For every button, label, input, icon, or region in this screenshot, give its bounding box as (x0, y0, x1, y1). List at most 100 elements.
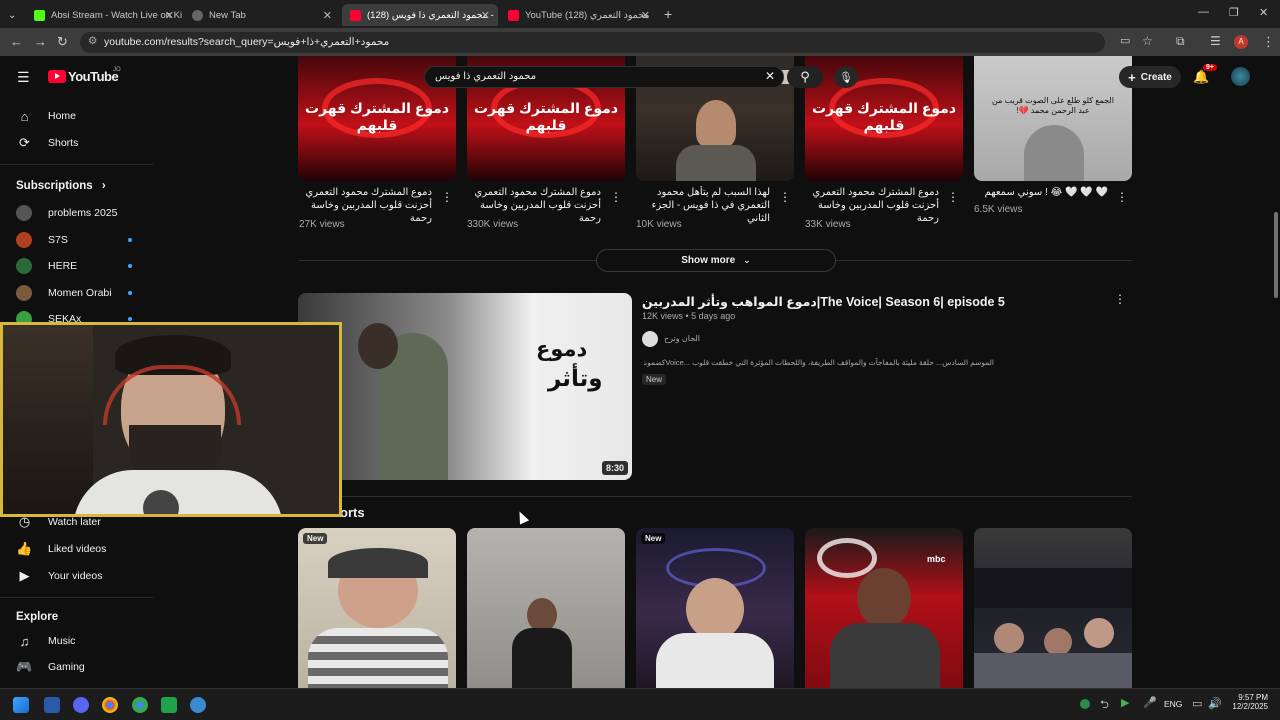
play-icon[interactable]: ▶ (1121, 696, 1129, 709)
person-head (696, 100, 736, 148)
channel-name: HERE (48, 260, 78, 272)
more-options-icon[interactable]: ⋮ (779, 190, 791, 204)
person-hair (328, 548, 428, 578)
address-bar[interactable]: ⚙ youtube.com/results?search_query=محمود… (80, 32, 1105, 53)
browser-icon[interactable] (190, 697, 206, 713)
site-info-icon[interactable]: ⚙ (88, 35, 97, 47)
channel-avatar[interactable] (642, 331, 658, 347)
search-input[interactable]: محمود التعمري ذا فويس ✕ (424, 66, 784, 88)
featured-video-title[interactable]: دموع المواهب وتأثر المدربين|The Voice| S… (642, 294, 1005, 309)
new-tab-button[interactable]: + (664, 6, 672, 22)
sidebar-item-your-videos[interactable]: ▶ Your videos (0, 564, 160, 588)
close-icon[interactable]: ✕ (323, 9, 332, 22)
more-options-icon[interactable]: ⋮ (1114, 292, 1126, 306)
tab-youtube-search[interactable]: محمود التعمري ذا فويس (128) - ✕ (342, 4, 498, 26)
extensions-icon[interactable]: ⧉ (1176, 34, 1185, 49)
shorts-section-title: orts (340, 505, 365, 520)
reload-icon[interactable]: ↻ (57, 34, 68, 50)
channel-avatar (16, 232, 32, 248)
short-thumbnail[interactable]: New (298, 528, 456, 688)
tab-youtube-channel[interactable]: YouTube محمود التعمري (128) ✕ (500, 4, 658, 26)
mic-tray-icon[interactable]: 🎤 (1143, 696, 1157, 709)
subscriptions-header[interactable]: Subscriptions › (16, 180, 106, 192)
mbc-logo: mbc (927, 554, 946, 564)
featured-video-thumbnail[interactable]: دموع وتأثر 8:30 (298, 293, 632, 480)
search-icon[interactable]: ⚲ (787, 66, 823, 88)
clock[interactable]: 9:57 PM 12/2/2025 (1228, 693, 1268, 711)
short-thumbnail[interactable] (974, 528, 1132, 688)
sidebar-item-label: Liked videos (48, 543, 107, 555)
sidebar-item-liked-videos[interactable]: 👍 Liked videos (0, 537, 160, 561)
close-icon[interactable]: ✕ (481, 9, 490, 22)
more-options-icon[interactable]: ⋮ (1116, 190, 1128, 204)
thumbs-up-icon: 👍 (16, 541, 33, 556)
microphone-icon[interactable]: 🎙 (834, 66, 858, 88)
network-icon[interactable]: ▭ (1192, 697, 1202, 710)
live-dot-icon (128, 238, 132, 242)
time-text: 9:57 PM (1238, 693, 1268, 702)
bookmark-star-icon[interactable]: ☆ (1142, 34, 1153, 48)
chrome-icon[interactable] (102, 697, 118, 713)
channel-name: S7S (48, 234, 68, 246)
sidebar-sub-item[interactable]: S7S (0, 228, 160, 252)
short-thumbnail[interactable]: New (636, 528, 794, 688)
sidebar-sub-item[interactable]: HERE (0, 254, 160, 278)
channel-name[interactable]: الحان وترح (664, 334, 700, 343)
discord-icon[interactable] (73, 697, 89, 713)
short-thumbnail[interactable] (467, 528, 625, 688)
volume-icon[interactable]: 🔊 (1208, 697, 1222, 710)
language-indicator[interactable]: ENG (1164, 699, 1182, 709)
notification-count-badge: 9+ (1203, 64, 1217, 71)
show-more-button[interactable]: Show more ⌄ (596, 249, 836, 272)
video-views: 6.5K views (974, 204, 1023, 215)
sidebar-item-music[interactable]: ♫ Music (0, 629, 160, 653)
app-icon[interactable] (161, 697, 177, 713)
file-explorer-icon[interactable] (44, 697, 60, 713)
sidebar-item-home[interactable]: ⌂ Home (0, 104, 160, 128)
background-shelf (974, 568, 1132, 608)
sidebar-item-label: Watch later (48, 516, 101, 528)
sidebar-item-shorts[interactable]: ⟳ Shorts (0, 131, 160, 155)
more-options-icon[interactable]: ⋮ (610, 190, 622, 204)
tab-new-tab[interactable]: New Tab ✕ (184, 4, 340, 26)
person-body (656, 633, 774, 688)
close-icon[interactable]: ✕ (165, 9, 174, 22)
more-options-icon[interactable]: ⋮ (441, 190, 453, 204)
close-window-button[interactable]: ✕ (1259, 6, 1268, 19)
video-views: 33K views (805, 219, 851, 230)
video-title[interactable]: 🤍 🤍 🤍 😂 ! سوني سمعهم (968, 186, 1108, 199)
back-arrow-icon[interactable]: ⮌ (1100, 696, 1109, 715)
sidebar-item-label: Gaming (48, 661, 85, 673)
clear-search-icon[interactable]: ✕ (765, 69, 775, 83)
chrome-profile-icon[interactable] (132, 697, 148, 713)
notifications-bell-icon[interactable]: 🔔 (1193, 69, 1209, 85)
sidebar-item-gaming[interactable]: 🎮 Gaming (0, 655, 160, 679)
sidebar-sub-item[interactable]: problems 2025 (0, 201, 160, 225)
account-avatar[interactable] (1231, 67, 1250, 86)
minimize-button[interactable]: — (1198, 6, 1209, 18)
restore-button[interactable]: ❐ (1229, 6, 1239, 19)
profile-avatar[interactable]: A (1234, 35, 1248, 49)
close-icon[interactable]: ✕ (641, 9, 650, 22)
tab-kick[interactable]: Absi Stream - Watch Live on Ki ✕ (26, 4, 182, 26)
scrollbar[interactable] (1270, 112, 1280, 688)
back-icon[interactable]: ← (10, 34, 23, 49)
person-head (994, 623, 1024, 653)
live-dot-icon (128, 291, 132, 295)
divider (0, 164, 153, 165)
windows-start-icon[interactable] (13, 697, 29, 713)
more-options-icon[interactable]: ⋮ (947, 190, 959, 204)
live-dot-icon (128, 264, 132, 268)
reading-list-icon[interactable]: ☰ (1210, 34, 1221, 48)
short-thumbnail[interactable]: mbc (805, 528, 963, 688)
scrollbar-thumb[interactable] (1274, 212, 1278, 298)
create-button[interactable]: + Create (1119, 66, 1181, 88)
cast-icon[interactable]: ▭ (1120, 34, 1130, 47)
youtube-header: ☰ YouTube JO محمود التعمري ذا فويس ✕ ⚲ 🎙… (0, 56, 1280, 98)
tab-search-button[interactable]: ⌄ (0, 4, 26, 26)
tray-icon[interactable] (1080, 699, 1090, 709)
sidebar-sub-item[interactable]: Momen Orabi (0, 281, 160, 305)
menu-icon[interactable]: ⋮ (1262, 34, 1275, 50)
forward-icon[interactable]: → (34, 34, 47, 49)
gamepad-icon: 🎮 (16, 659, 33, 674)
